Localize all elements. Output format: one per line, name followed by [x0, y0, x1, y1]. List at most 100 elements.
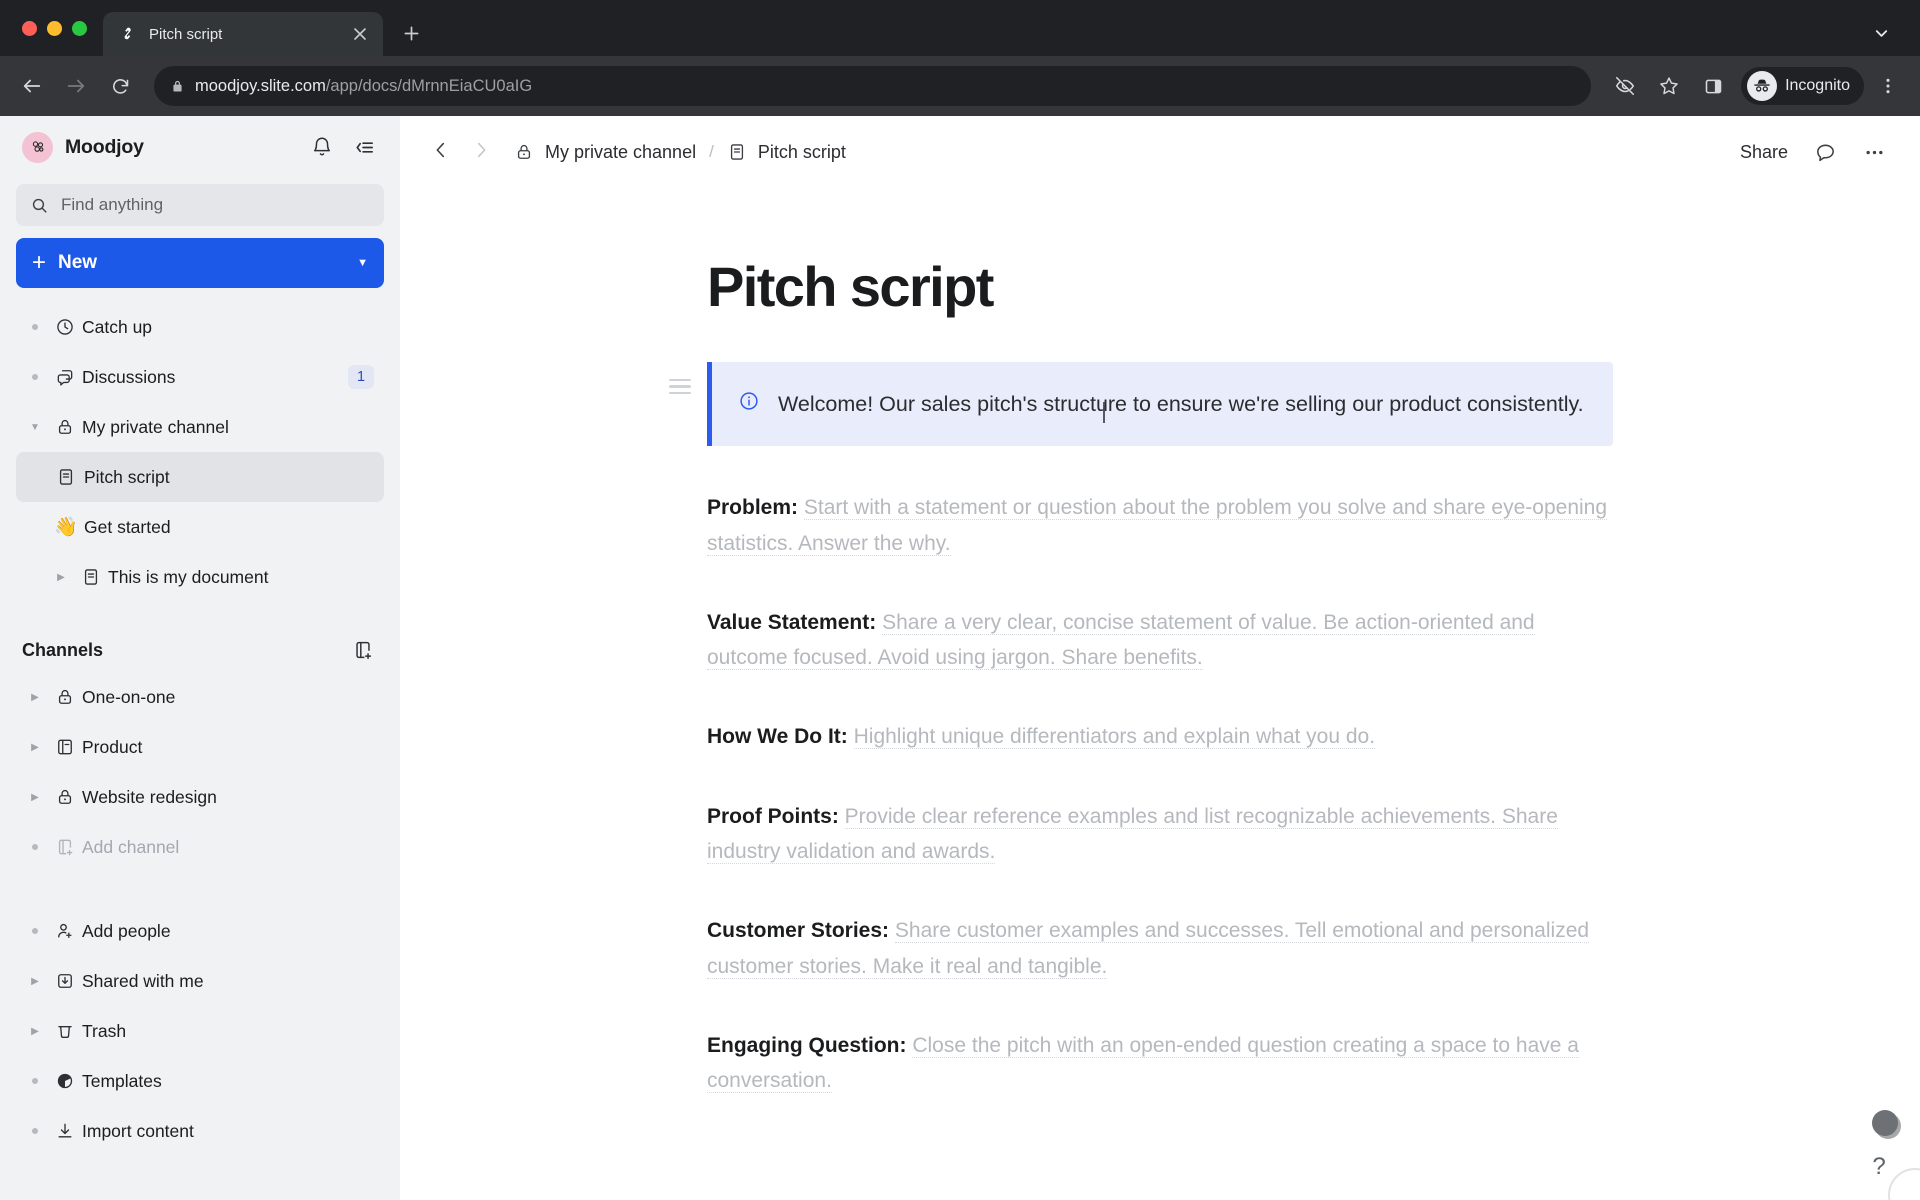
document-icon — [48, 467, 84, 487]
wave-hand-emoji: 👋 — [54, 517, 78, 538]
section-problem[interactable]: Problem: Start with a statement or quest… — [707, 490, 1613, 561]
chevron-right-icon[interactable] — [470, 139, 492, 166]
back-arrow-icon[interactable] — [12, 66, 52, 106]
chat-bubble-icon — [48, 367, 82, 387]
search-input[interactable]: Find anything — [16, 184, 384, 226]
sidebar-item-website-redesign[interactable]: ▶ Website redesign — [16, 772, 384, 822]
app-body: Moodjoy Find anything + New ▼ Catch up D… — [0, 116, 1920, 1200]
add-channel-icon — [48, 837, 82, 857]
chevron-left-icon[interactable] — [430, 139, 452, 166]
section-engaging-question[interactable]: Engaging Question: Close the pitch with … — [707, 1028, 1613, 1099]
plus-icon[interactable] — [391, 13, 431, 53]
inbox-download-icon — [48, 971, 82, 991]
bullet-marker — [22, 374, 48, 380]
sidebar-item-my-private-channel[interactable]: ▼ My private channel — [16, 402, 384, 452]
sidebar-item-trash[interactable]: ▶ Trash — [16, 1006, 384, 1056]
sidebar-item-one-on-one[interactable]: ▶ One-on-one — [16, 672, 384, 722]
sidebar-item-get-started[interactable]: 👋 Get started — [16, 502, 384, 552]
sidebar-item-import-content[interactable]: Import content — [16, 1106, 384, 1156]
drag-handle-icon[interactable] — [669, 378, 691, 395]
add-channel-icon[interactable] — [352, 639, 374, 661]
bullet-marker — [22, 324, 48, 330]
breadcrumb-separator: / — [709, 142, 714, 161]
caret-down-icon[interactable]: ▼ — [357, 257, 368, 269]
forward-arrow-icon[interactable] — [56, 66, 96, 106]
callout-block-wrapper: Welcome! Our sales pitch's structure to … — [669, 361, 1613, 447]
three-dots-horizontal-icon[interactable] — [1863, 141, 1886, 164]
section-how-we-do-it[interactable]: How We Do It: Highlight unique different… — [707, 719, 1613, 754]
section-label: Proof Points: — [707, 804, 839, 828]
chevron-down-icon[interactable]: ▼ — [22, 422, 48, 433]
sidebar-item-product[interactable]: ▶ Product — [16, 722, 384, 772]
sidebar-header: Moodjoy — [16, 116, 384, 178]
section-customer-stories[interactable]: Customer Stories: Share customer example… — [707, 913, 1613, 984]
star-icon[interactable] — [1649, 66, 1689, 106]
chevron-right-icon[interactable]: ▶ — [22, 692, 48, 703]
sidebar-item-label: Pitch script — [84, 466, 170, 487]
minimize-window-button[interactable] — [47, 20, 62, 36]
chevron-right-icon[interactable]: ▶ — [22, 792, 48, 803]
sidebar-item-label: Website redesign — [82, 786, 217, 807]
topbar-actions: Share — [1740, 141, 1886, 164]
channels-list: ▶ One-on-one ▶ Product ▶ Website redesig… — [16, 672, 384, 872]
chevron-right-icon[interactable]: ▶ — [48, 572, 74, 583]
sidebar-item-shared-with-me[interactable]: ▶ Shared with me — [16, 956, 384, 1006]
address-bar[interactable]: moodjoy.slite.com/app/docs/dMrnnEiaCU0aI… — [154, 66, 1592, 106]
breadcrumb-label: Pitch script — [757, 141, 846, 162]
side-panel-icon[interactable] — [1693, 66, 1733, 106]
browser-tabstrip: Pitch script — [0, 0, 1920, 56]
document-scroll-area[interactable]: Pitch script Welcome! Our sales pitch's … — [400, 188, 1920, 1200]
sidebar-item-label: Get started — [84, 516, 171, 537]
document-icon — [74, 567, 108, 587]
close-window-button[interactable] — [22, 20, 37, 36]
browser-tab[interactable]: Pitch script — [103, 12, 383, 56]
sidebar-item-add-channel[interactable]: Add channel — [16, 822, 384, 872]
share-button[interactable]: Share — [1740, 142, 1788, 163]
chevron-down-icon[interactable] — [1864, 16, 1898, 50]
sidebar-item-label: Import content — [82, 1120, 194, 1141]
incognito-profile-button[interactable]: Incognito — [1741, 67, 1864, 105]
main-content: My private channel / Pitch script Share … — [400, 116, 1920, 1200]
sidebar-item-add-people[interactable]: Add people — [16, 906, 384, 956]
comment-bubble-icon[interactable] — [1814, 141, 1837, 164]
collapse-panel-icon[interactable] — [350, 133, 378, 161]
reload-icon[interactable] — [100, 66, 140, 106]
three-dots-vertical-icon[interactable] — [1868, 66, 1908, 106]
lock-icon — [48, 687, 82, 707]
chevron-right-icon[interactable]: ▶ — [22, 1026, 48, 1037]
eye-slash-icon[interactable] — [1605, 66, 1645, 106]
new-button[interactable]: + New ▼ — [16, 238, 384, 288]
sidebar-item-this-is-my-document[interactable]: ▶ This is my document — [16, 552, 384, 602]
sidebar-item-label: Templates — [82, 1070, 162, 1091]
sidebar-item-catch-up[interactable]: Catch up — [16, 302, 384, 352]
sidebar-item-pitch-script[interactable]: Pitch script — [16, 452, 384, 502]
page-title[interactable]: Pitch script — [707, 256, 1613, 318]
breadcrumb-item-document[interactable]: Pitch script — [727, 142, 846, 163]
sidebar: Moodjoy Find anything + New ▼ Catch up D… — [0, 116, 400, 1200]
bell-icon[interactable] — [308, 133, 336, 161]
sidebar-item-discussions[interactable]: Discussions 1 — [16, 352, 384, 402]
presence-avatar-icon[interactable] — [1872, 1110, 1898, 1136]
moodjoy-logo-icon — [22, 131, 53, 163]
section-value-statement[interactable]: Value Statement: Share a very clear, con… — [707, 605, 1613, 676]
document-icon — [727, 142, 747, 162]
incognito-hat-icon — [1747, 71, 1778, 101]
templates-icon — [48, 1071, 82, 1091]
tab-title: Pitch script — [149, 25, 223, 43]
lock-icon — [170, 79, 185, 94]
sidebar-item-templates[interactable]: Templates — [16, 1056, 384, 1106]
breadcrumb-item-channel[interactable]: My private channel — [514, 142, 696, 163]
callout-block[interactable]: Welcome! Our sales pitch's structure to … — [707, 361, 1613, 447]
maximize-window-button[interactable] — [72, 20, 87, 36]
channel-icon — [48, 737, 82, 757]
section-label: Value Statement: — [707, 610, 877, 634]
section-label: How We Do It: — [707, 725, 848, 749]
chevron-right-icon[interactable]: ▶ — [22, 976, 48, 987]
sidebar-nav-list: Catch up Discussions 1 ▼ My private chan… — [16, 302, 384, 602]
sidebar-item-label: Discussions — [82, 366, 176, 387]
section-proof-points[interactable]: Proof Points: Provide clear reference ex… — [707, 799, 1613, 870]
browser-window: Pitch script moodjoy.slite.com/app/docs/… — [0, 0, 1920, 1200]
chevron-right-icon[interactable]: ▶ — [22, 742, 48, 753]
close-icon[interactable] — [347, 21, 373, 47]
